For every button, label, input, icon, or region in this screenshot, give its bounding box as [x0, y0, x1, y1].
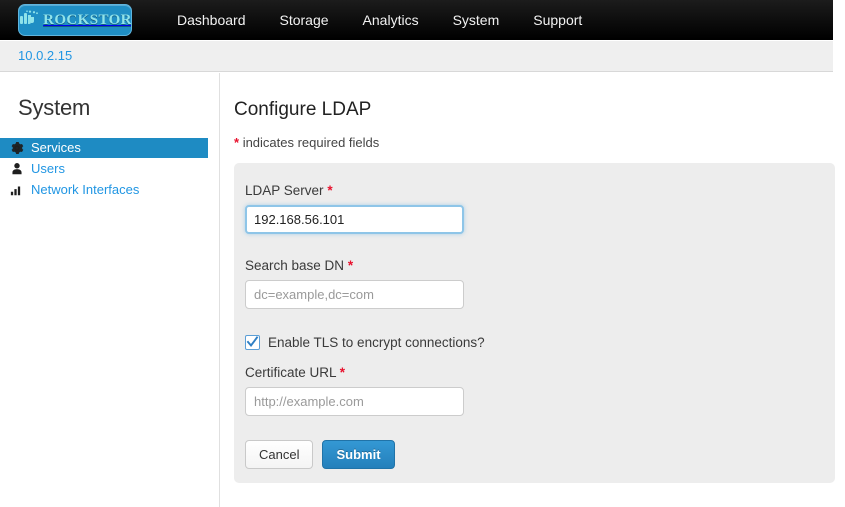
field-search-base-dn-required-asterisk: * — [347, 258, 354, 273]
sidebar: System Services Users Network Interfaces — [0, 73, 220, 507]
enable-tls-label: Enable TLS to encrypt connections? — [268, 335, 485, 350]
field-ldap-server: LDAP Server * — [245, 183, 464, 234]
signal-bars-icon — [10, 183, 24, 197]
sidebar-item-services[interactable]: Services — [0, 138, 208, 158]
top-navbar: ROCKSTOR Dashboard Storage Analytics Sys… — [0, 0, 833, 40]
ldap-server-input[interactable] — [245, 205, 464, 234]
enable-tls-row[interactable]: Enable TLS to encrypt connections? — [245, 335, 485, 350]
certificate-url-input[interactable] — [245, 387, 464, 416]
field-ldap-server-label: LDAP Server * — [245, 183, 464, 198]
field-certificate-url-required-asterisk: * — [339, 365, 346, 380]
field-certificate-url: Certificate URL * — [245, 365, 464, 416]
submit-button[interactable]: Submit — [322, 440, 395, 469]
sidebar-nav-list: Services Users Network Interfaces — [0, 138, 208, 200]
page-content: System Services Users Network Interfaces… — [0, 72, 835, 507]
brand-name: ROCKSTOR — [43, 12, 132, 28]
brand-logo[interactable]: ROCKSTOR — [18, 3, 132, 36]
field-ldap-server-required-asterisk: * — [327, 183, 333, 198]
ldap-config-form: LDAP Server * Search base DN * — [234, 163, 835, 483]
field-search-base-dn: Search base DN * — [245, 258, 464, 309]
breadcrumb-bar: 10.0.2.15 — [0, 40, 833, 72]
nav-item-storage[interactable]: Storage — [263, 2, 346, 38]
cancel-button[interactable]: Cancel — [245, 440, 314, 469]
field-certificate-url-label-text: Certificate URL — [245, 365, 337, 380]
field-search-base-dn-label-text: Search base DN — [245, 258, 345, 273]
sidebar-item-network-interfaces[interactable]: Network Interfaces — [0, 180, 208, 200]
user-icon — [10, 162, 24, 176]
main-panel: Configure LDAP * indicates required fiel… — [221, 73, 835, 507]
required-note-text: indicates required fields — [242, 135, 380, 150]
nav-item-analytics[interactable]: Analytics — [346, 2, 436, 38]
field-search-base-dn-label: Search base DN * — [245, 258, 464, 273]
page-title: Configure LDAP — [234, 99, 372, 120]
enable-tls-checkbox[interactable] — [245, 335, 260, 350]
sidebar-item-users[interactable]: Users — [0, 159, 208, 179]
gear-icon — [10, 141, 24, 155]
form-actions: Cancel Submit — [245, 440, 395, 469]
sidebar-title: System — [18, 95, 91, 120]
primary-nav: Dashboard Storage Analytics System Suppo… — [160, 2, 599, 38]
sidebar-item-services-label[interactable]: Services — [31, 138, 81, 158]
field-ldap-server-label-text: LDAP Server — [245, 183, 324, 198]
field-certificate-url-label: Certificate URL * — [245, 365, 464, 380]
required-asterisk: * — [234, 135, 240, 150]
nav-item-dashboard[interactable]: Dashboard — [160, 2, 263, 38]
nav-item-support[interactable]: Support — [516, 2, 599, 38]
rockstor-hand-logo-icon — [19, 10, 40, 31]
sidebar-item-network-interfaces-label[interactable]: Network Interfaces — [31, 180, 139, 200]
breadcrumb-host-link[interactable]: 10.0.2.15 — [18, 48, 72, 63]
required-fields-note: * indicates required fields — [234, 135, 833, 150]
nav-item-system[interactable]: System — [436, 2, 517, 38]
search-base-dn-input[interactable] — [245, 280, 464, 309]
sidebar-item-users-label[interactable]: Users — [31, 159, 65, 179]
